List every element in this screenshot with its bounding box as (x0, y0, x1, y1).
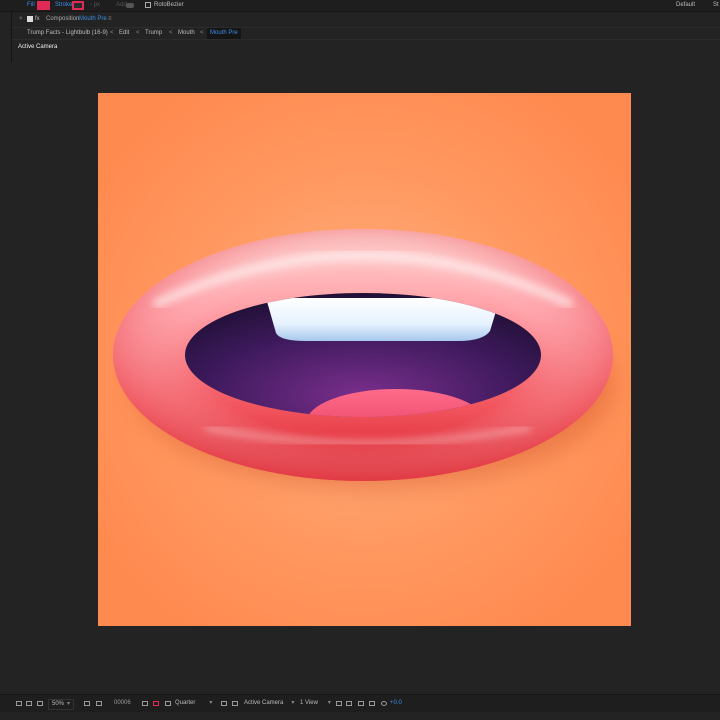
magnification-dropdown[interactable]: 50% ▾ (48, 699, 75, 710)
fx-icon: fx (35, 16, 40, 22)
views-value: 1 View (300, 700, 318, 706)
chevron-left-icon: < (110, 30, 114, 36)
chevron-left-icon: < (200, 30, 204, 36)
fill-label[interactable]: Fill (27, 0, 35, 11)
views-dropdown[interactable]: 1 View ▾ (300, 699, 331, 708)
chevron-down-icon: ▾ (327, 700, 331, 706)
channel-icon[interactable] (165, 701, 171, 706)
breadcrumb-item[interactable]: Edit (119, 28, 129, 39)
teeth (266, 298, 500, 341)
3d-view-icon[interactable] (336, 701, 342, 706)
viewer-controls-bar: 50% ▾ 00006 Quarter ▾ Active Camera ▾ 1 Vie… (0, 694, 720, 712)
current-time[interactable]: 00006 (114, 695, 131, 712)
breadcrumb: Trump Facts - Lightbulb (16-9) < Edit < … (12, 27, 720, 40)
breadcrumb-item[interactable]: Trump (145, 28, 162, 39)
views-layout-icon[interactable] (346, 701, 352, 706)
stroke-color-swatch[interactable] (72, 1, 84, 10)
chevron-down-icon: ▾ (291, 700, 295, 706)
breadcrumb-item[interactable]: Mouth (178, 28, 195, 39)
fill-color-swatch[interactable] (37, 1, 50, 10)
workspace-default[interactable]: Default (676, 0, 695, 11)
chevron-left-icon: < (169, 30, 173, 36)
resolution-value: Quarter (175, 700, 196, 706)
composition-viewer[interactable] (0, 62, 720, 692)
workspace-more[interactable]: St (713, 0, 719, 11)
breadcrumb-active[interactable]: Mouth Pre (207, 28, 241, 39)
menu-icon[interactable]: ≡ (108, 12, 112, 26)
snapshot-icon[interactable] (142, 701, 148, 706)
color-icon[interactable] (153, 701, 159, 706)
transparency-grid-icon[interactable] (96, 701, 102, 706)
rotobezier-checkbox[interactable] (145, 2, 151, 8)
panel-divider (0, 12, 12, 62)
chevron-down-icon: ▾ (209, 700, 213, 706)
rotobezier-label: RotoBezier (154, 2, 184, 8)
stroke-width-value[interactable]: - px (90, 0, 100, 11)
camera-value: Active Camera (244, 700, 284, 706)
mouth-artwork (98, 93, 631, 626)
breadcrumb-item[interactable]: Trump Facts - Lightbulb (16-9) (27, 28, 108, 39)
composition-name[interactable]: Mouth Pre (79, 12, 107, 26)
layers-icon[interactable] (358, 701, 364, 706)
exposure-value[interactable]: +0.0 (390, 695, 402, 712)
add-dropdown-icon[interactable] (126, 3, 134, 8)
flowchart-icon[interactable] (369, 701, 375, 706)
region-icon[interactable] (37, 701, 43, 706)
always-preview-icon[interactable] (16, 701, 22, 706)
zoom-value: 50% (52, 701, 65, 707)
stroke-label[interactable]: Stroke (55, 0, 72, 11)
mask-icon[interactable] (26, 701, 32, 706)
tools-toolbar: Fill Stroke - px Add RotoBezier Default … (0, 0, 720, 12)
close-icon[interactable]: × (19, 12, 23, 26)
transparency-icon[interactable] (232, 701, 238, 706)
grid-guide-icon[interactable] (84, 701, 90, 706)
region-of-interest-icon[interactable] (221, 701, 227, 706)
reset-exposure-icon[interactable] (381, 701, 387, 706)
lock-icon[interactable] (27, 16, 33, 22)
active-camera-label: Active Camera (18, 44, 58, 50)
camera-dropdown[interactable]: Active Camera ▾ (244, 699, 294, 708)
composition-canvas[interactable] (98, 93, 631, 626)
composition-panel-header: × fx Composition Mouth Pre ≡ (12, 12, 720, 26)
resolution-dropdown[interactable]: Quarter ▾ (175, 699, 212, 708)
composition-prefix: Composition (46, 16, 80, 22)
chevron-down-icon: ▾ (67, 701, 71, 707)
chevron-left-icon: < (136, 30, 140, 36)
